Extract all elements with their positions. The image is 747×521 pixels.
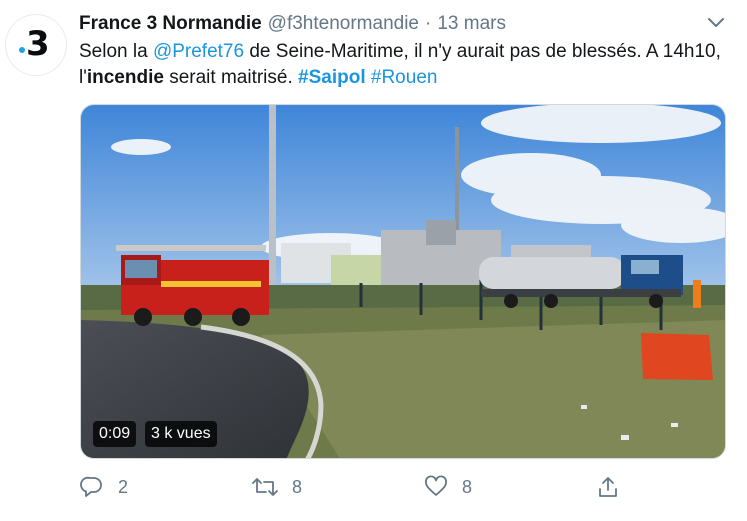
text-part-3: serait maitrisé. — [163, 67, 299, 88]
tweet-header: France 3 Normandie @f3htenormandie · 13 … — [79, 11, 506, 37]
reply-count: 2 — [118, 476, 129, 497]
author-name[interactable]: France 3 Normandie — [79, 11, 262, 37]
tweet-actions: 2 8 8 — [0, 470, 747, 504]
video-frame — [81, 105, 725, 458]
share-button[interactable] — [596, 470, 620, 504]
tweet-date[interactable]: 13 mars — [437, 11, 506, 37]
video-player[interactable] — [80, 104, 726, 459]
bold-keyword: incendie — [86, 67, 164, 88]
tweet[interactable]: 3 France 3 Normandie @f3htenormandie · 1… — [0, 0, 747, 521]
share-icon — [596, 475, 620, 499]
text-part-1: Selon la — [79, 41, 153, 62]
chevron-down-icon[interactable] — [705, 14, 727, 32]
retweet-icon — [252, 475, 278, 499]
mention-link[interactable]: @Prefet76 — [153, 41, 244, 62]
retweet-count: 8 — [292, 476, 303, 497]
tweet-text: Selon la @Prefet76 de Seine-Maritime, il… — [79, 39, 729, 91]
hashtag-saipol[interactable]: #Saipol — [298, 67, 366, 88]
avatar-digit: 3 — [26, 24, 50, 64]
video-views: 3 k vues — [145, 421, 217, 447]
video-duration: 0:09 — [93, 421, 137, 447]
like-icon — [424, 475, 448, 499]
header-separator: · — [425, 13, 432, 34]
author-handle[interactable]: @f3htenormandie — [268, 11, 419, 37]
like-button[interactable]: 8 — [424, 470, 472, 504]
hashtag-rouen[interactable]: #Rouen — [371, 67, 438, 88]
like-count: 8 — [462, 476, 473, 497]
avatar[interactable]: 3 — [5, 14, 67, 76]
brand-dot — [19, 47, 25, 53]
reply-button[interactable]: 2 — [80, 470, 128, 504]
retweet-button[interactable]: 8 — [252, 470, 302, 504]
reply-icon — [80, 475, 104, 499]
